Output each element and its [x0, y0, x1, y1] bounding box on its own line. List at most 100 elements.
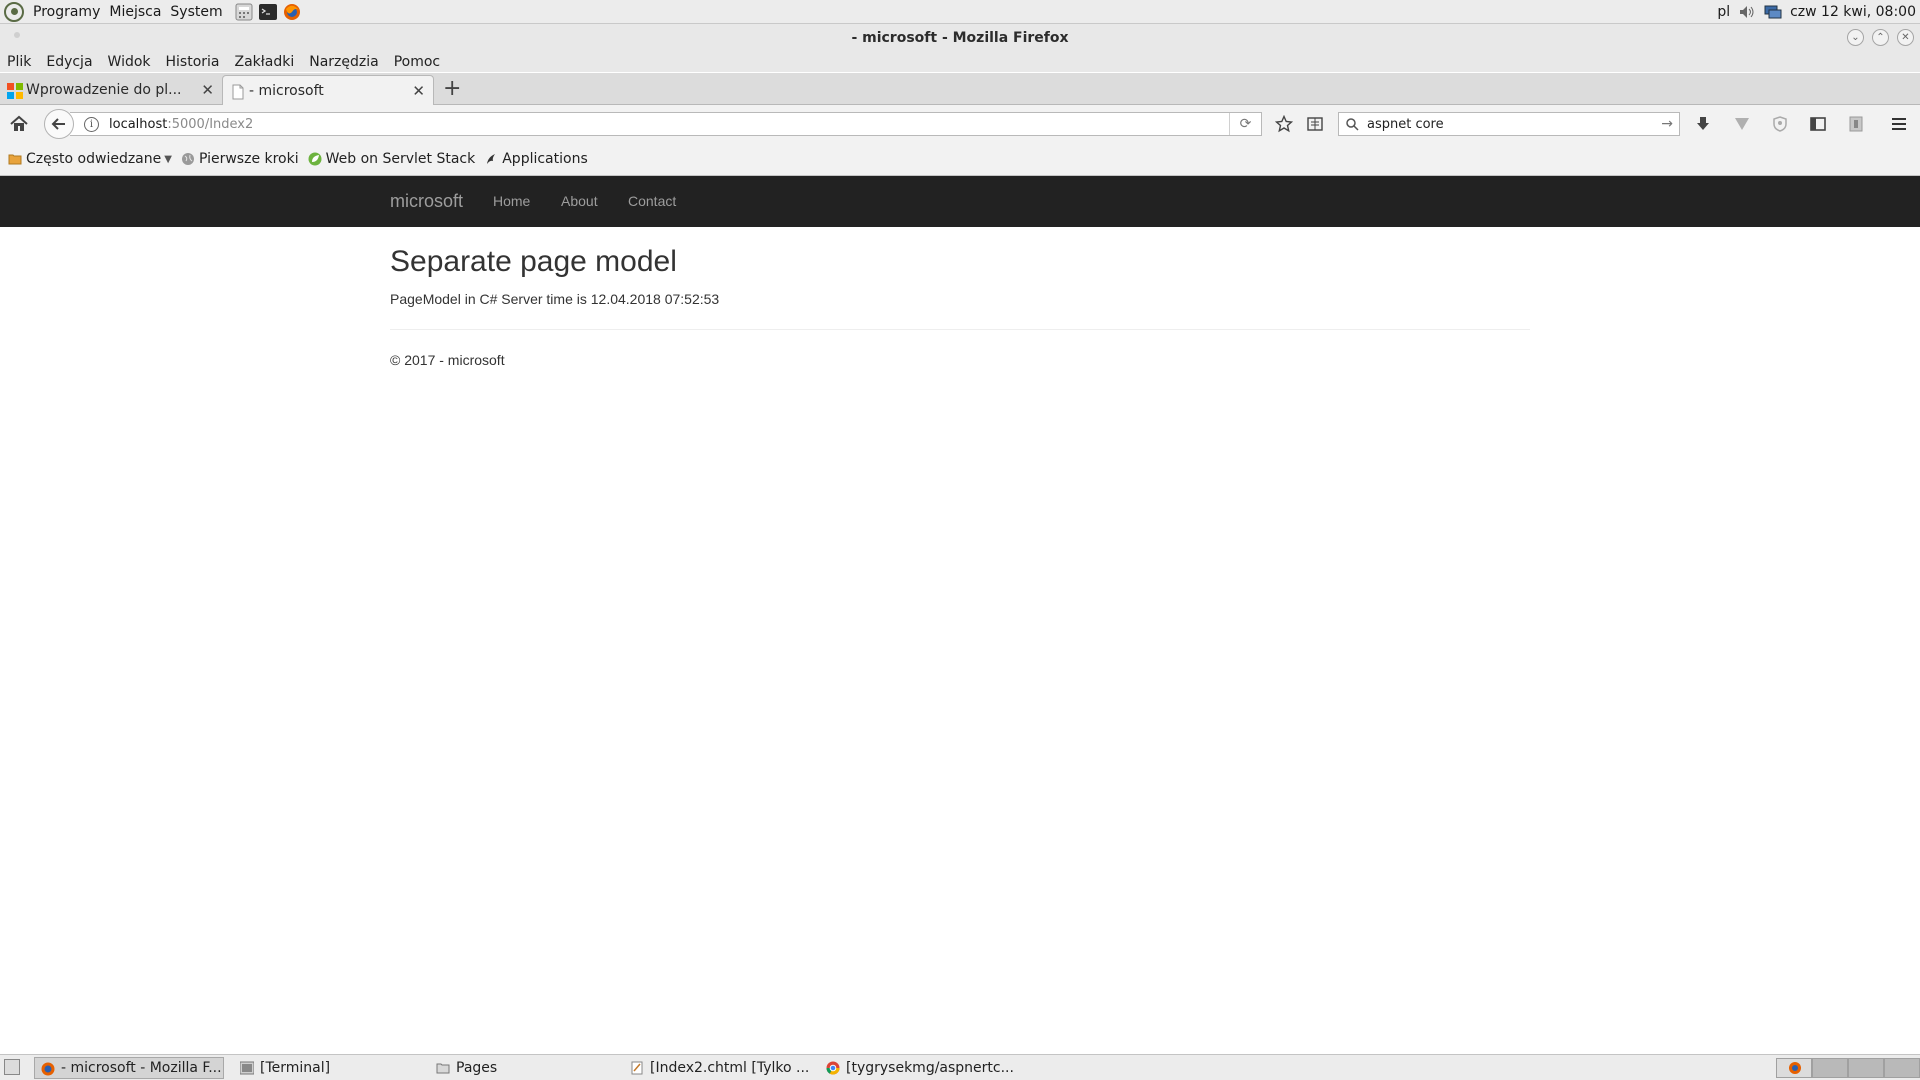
site-brand-link[interactable]: microsoft	[390, 191, 463, 212]
bookmark-most-visited[interactable]: Często odwiedzane ▼	[8, 151, 172, 167]
home-icon[interactable]	[8, 113, 30, 135]
menu-help[interactable]: Pomoc	[394, 54, 440, 70]
menu-bookmarks[interactable]: Zakładki	[235, 54, 295, 70]
menu-tools[interactable]: Narzędzia	[309, 54, 378, 70]
keyboard-layout-indicator[interactable]: pl	[1717, 4, 1730, 20]
tab-microsoft[interactable]: - microsoft ✕	[222, 75, 434, 105]
nav-link-about[interactable]: About	[561, 193, 598, 209]
tab-strip: Wprowadzenie do pl... ✕ - microsoft ✕ +	[0, 73, 1920, 105]
system-taskbar: - microsoft - Mozilla F... [Terminal] Pa…	[0, 1054, 1920, 1080]
site-info-icon[interactable]: i	[84, 116, 99, 132]
volume-icon[interactable]	[1738, 5, 1756, 19]
downloads-icon[interactable]	[1694, 115, 1712, 133]
globe-icon	[181, 153, 194, 165]
close-tab-icon[interactable]: ✕	[201, 81, 214, 99]
workspace-4[interactable]	[1884, 1058, 1920, 1078]
chrome-icon	[826, 1061, 840, 1075]
system-top-panel: Programy Miejsca System pl czw 12 kwi, 0…	[0, 0, 1920, 24]
search-input[interactable]: aspnet core	[1367, 117, 1444, 132]
close-tab-icon[interactable]: ✕	[412, 82, 425, 100]
microsoft-logo-icon	[7, 83, 23, 99]
navigation-toolbar: i localhost:5000/Index2 ⟳ aspnet core →	[0, 105, 1920, 143]
search-icon	[1346, 118, 1359, 131]
firefox-launcher-icon[interactable]	[283, 3, 301, 21]
new-tab-button[interactable]: +	[443, 76, 461, 101]
bookmark-web-on-servlet-stack[interactable]: Web on Servlet Stack	[308, 151, 476, 167]
taskbar-item-label: [tygrysekmg/aspnertc...	[846, 1060, 1014, 1076]
window-title: - microsoft - Mozilla Firefox	[851, 30, 1069, 46]
menu-view[interactable]: Widok	[108, 54, 151, 70]
system-menu-places[interactable]: Miejsca	[109, 4, 161, 20]
network-icon[interactable]	[1764, 5, 1782, 19]
system-menu-system[interactable]: System	[170, 4, 222, 20]
folder-icon	[436, 1063, 450, 1074]
hamburger-menu-icon[interactable]	[1890, 115, 1908, 133]
calculator-launcher-icon[interactable]	[235, 3, 253, 21]
bookmark-label: Pierwsze kroki	[198, 151, 299, 167]
bookmark-label: Web on Servlet Stack	[325, 151, 476, 167]
menu-edit[interactable]: Edycja	[46, 54, 92, 70]
sidebar-icon[interactable]	[1809, 115, 1827, 133]
url-path: :5000/Index2	[167, 116, 254, 132]
taskbar-item-pages[interactable]: Pages	[430, 1057, 620, 1079]
taskbar-item-label: [Index2.chtml [Tylko ...	[650, 1060, 810, 1076]
maximize-icon[interactable]: ⌃	[1872, 29, 1889, 46]
bookmark-getting-started[interactable]: Pierwsze kroki	[181, 151, 299, 167]
firefox-icon	[41, 1062, 55, 1076]
pocket-icon[interactable]	[1733, 115, 1751, 133]
taskbar-item-label: - microsoft - Mozilla F...	[61, 1060, 222, 1076]
bookmarks-toolbar: Często odwiedzane ▼ Pierwsze kroki Web o…	[0, 143, 1920, 176]
server-time-text: PageModel in C# Server time is 12.04.201…	[390, 291, 720, 307]
system-menu-programs[interactable]: Programy	[33, 4, 100, 20]
back-arrow-icon	[51, 118, 65, 130]
bookmark-label: Applications	[502, 151, 588, 167]
terminal-launcher-icon[interactable]	[258, 3, 277, 21]
terminal-icon	[240, 1061, 254, 1075]
system-tray: pl czw 12 kwi, 08:00	[1717, 0, 1916, 24]
tab-label: - microsoft	[249, 82, 324, 99]
workspace-3[interactable]	[1848, 1058, 1884, 1078]
workspace-1[interactable]	[1776, 1058, 1812, 1078]
bookmark-applications[interactable]: Applications	[484, 151, 588, 167]
menu-history[interactable]: Historia	[166, 54, 220, 70]
site-navbar: microsoft Home About Contact	[0, 176, 1920, 227]
taskbar-item-firefox[interactable]: - microsoft - Mozilla F...	[34, 1057, 224, 1079]
nav-link-home[interactable]: Home	[493, 193, 530, 209]
minimize-icon[interactable]: ⌄	[1847, 29, 1864, 46]
show-desktop-icon[interactable]	[4, 1059, 20, 1075]
page-icon	[232, 84, 244, 100]
site-footer: © 2017 - microsoft	[390, 352, 505, 368]
bookmark-label: Często odwiedzane	[26, 151, 162, 167]
tab-wprowadzenie[interactable]: Wprowadzenie do pl... ✕	[0, 75, 222, 105]
window-titlebar[interactable]: - microsoft - Mozilla Firefox ⌄ ⌃ ✕	[0, 24, 1920, 52]
reload-icon[interactable]: ⟳	[1229, 113, 1261, 135]
chevron-down-icon: ▼	[164, 153, 172, 165]
extension-icon[interactable]	[1847, 115, 1865, 133]
workspace-2[interactable]	[1812, 1058, 1848, 1078]
menu-file[interactable]: Plik	[7, 54, 31, 70]
folder-icon	[8, 154, 22, 165]
taskbar-item-label: Pages	[456, 1060, 498, 1076]
browser-menubar: Plik Edycja Widok Historia Zakładki Narz…	[0, 52, 1920, 72]
address-bar[interactable]: i localhost:5000/Index2 ⟳	[70, 112, 1262, 136]
taskbar-item-text-editor[interactable]: [Index2.chtml [Tylko ...	[624, 1057, 814, 1079]
window-menu-icon[interactable]	[14, 32, 20, 38]
reading-list-icon[interactable]	[1306, 115, 1324, 133]
page-content: microsoft Home About Contact Separate pa…	[0, 176, 1920, 1054]
taskbar-item-chrome[interactable]: [tygrysekmg/aspnertc...	[820, 1057, 1020, 1079]
text-editor-icon	[631, 1061, 643, 1075]
bookmark-star-icon[interactable]	[1275, 115, 1293, 133]
shield-icon[interactable]	[1771, 115, 1789, 133]
clock[interactable]: czw 12 kwi, 08:00	[1790, 4, 1916, 20]
taskbar-item-terminal[interactable]: [Terminal]	[234, 1057, 424, 1079]
spring-leaf-icon	[308, 152, 322, 166]
tab-label: Wprowadzenie do pl...	[26, 82, 182, 98]
url-host: localhost	[109, 116, 168, 132]
close-window-icon[interactable]: ✕	[1897, 29, 1914, 46]
nav-link-contact[interactable]: Contact	[628, 193, 676, 209]
back-button[interactable]	[44, 109, 74, 139]
window-controls: ⌄ ⌃ ✕	[1847, 29, 1914, 46]
search-bar[interactable]: aspnet core →	[1338, 112, 1680, 136]
distro-logo-icon[interactable]	[4, 1, 24, 22]
search-go-icon[interactable]: →	[1661, 116, 1673, 132]
